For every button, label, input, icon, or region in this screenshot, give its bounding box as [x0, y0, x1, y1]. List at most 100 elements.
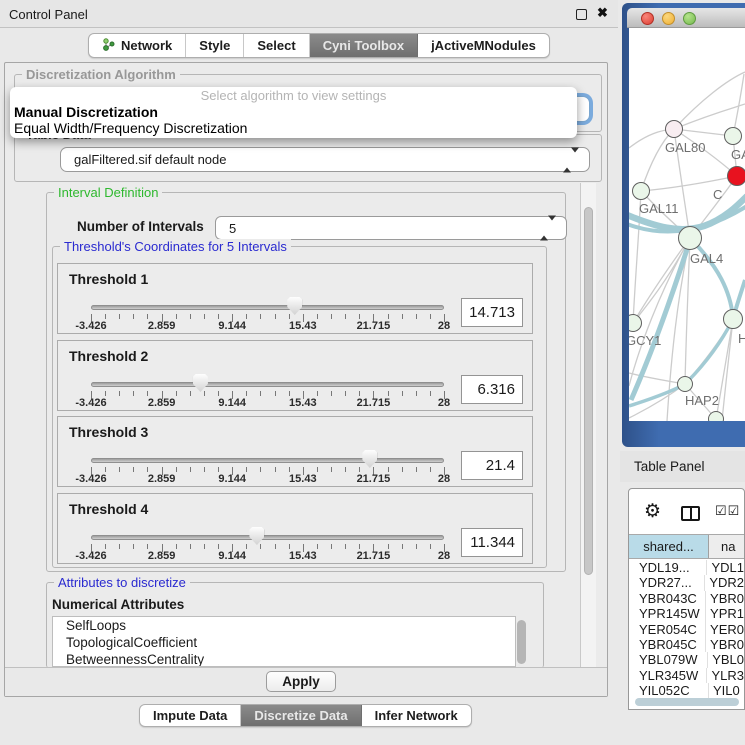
- tick-mark: [430, 467, 431, 472]
- network-node-c[interactable]: [727, 166, 745, 186]
- numerical-attributes-list[interactable]: SelfLoopsTopologicalCoefficientBetweenne…: [52, 616, 516, 667]
- cell-shared-name[interactable]: YER054C: [629, 622, 706, 637]
- threshold-value-field[interactable]: 11.344: [461, 528, 523, 557]
- scale-label: 15.43: [289, 397, 317, 409]
- number-of-intervals-spinner[interactable]: 5: [215, 216, 567, 240]
- cell-name[interactable]: YBL0: [708, 652, 744, 667]
- table-row[interactable]: YER054CYER0: [629, 622, 744, 637]
- slider-track[interactable]: [91, 382, 444, 387]
- network-node-gal4[interactable]: [678, 226, 702, 250]
- tick-mark: [246, 391, 247, 396]
- tab-jactivemnodules[interactable]: jActiveMNodules: [418, 34, 549, 57]
- table-row[interactable]: YDR27...YDR2: [629, 575, 744, 590]
- tick-mark: [345, 467, 346, 472]
- cell-name[interactable]: YBR0: [706, 637, 744, 652]
- tick-mark: [402, 314, 403, 319]
- bottom-tab-impute-data[interactable]: Impute Data: [140, 705, 241, 726]
- table-row[interactable]: YBL079WYBL0: [629, 652, 744, 667]
- attributes-list-scrollbar[interactable]: [517, 620, 526, 664]
- tick-mark: [218, 391, 219, 396]
- cell-name[interactable]: YIL0: [709, 683, 744, 698]
- tab-select[interactable]: Select: [244, 34, 309, 57]
- network-node-gal80[interactable]: [665, 120, 683, 138]
- network-node-gal11[interactable]: [632, 182, 650, 200]
- settings-scrollbar-track[interactable]: [580, 183, 596, 667]
- split-table-icon[interactable]: [681, 506, 700, 521]
- slider-thumb[interactable]: [249, 527, 264, 545]
- slider-track[interactable]: [91, 305, 444, 310]
- cell-name[interactable]: YDR2: [705, 575, 744, 590]
- zoom-traffic-light[interactable]: [683, 12, 696, 25]
- attribute-item-2[interactable]: BetweennessCentrality: [53, 651, 515, 667]
- cell-shared-name[interactable]: YDR27...: [629, 575, 705, 590]
- minimize-traffic-light[interactable]: [662, 12, 675, 25]
- table-row[interactable]: YPR145WYPR1: [629, 606, 744, 621]
- algorithm-option-1[interactable]: Equal Width/Frequency Discretization: [10, 120, 577, 136]
- close-traffic-light[interactable]: [641, 12, 654, 25]
- table-horizontal-scrollbar[interactable]: [635, 698, 739, 706]
- network-node-ga[interactable]: [724, 127, 742, 145]
- scale-label: 21.715: [357, 397, 391, 409]
- apply-button[interactable]: Apply: [266, 671, 336, 692]
- checkbox-filter-icons[interactable]: ☑☑: [715, 503, 740, 519]
- tab-cyni-toolbox[interactable]: Cyni Toolbox: [310, 34, 418, 57]
- bottom-tab-infer-network[interactable]: Infer Network: [362, 705, 471, 726]
- slider-thumb[interactable]: [362, 450, 377, 468]
- tab-network[interactable]: Network: [89, 34, 186, 57]
- tick-mark: [176, 467, 177, 472]
- cell-shared-name[interactable]: YDL19...: [629, 560, 707, 575]
- slider-thumb[interactable]: [193, 374, 208, 392]
- cell-shared-name[interactable]: YIL052C: [629, 683, 709, 698]
- gear-icon[interactable]: ⚙: [644, 502, 661, 521]
- attributes-group-title: Attributes to discretize: [54, 575, 190, 590]
- network-canvas[interactable]: GAL80GACGAL11GAL4GCY1HHAP2: [629, 28, 745, 421]
- table-row[interactable]: YBR045CYBR0: [629, 637, 744, 652]
- attribute-item-0[interactable]: SelfLoops: [53, 617, 515, 634]
- scale-label: 2.859: [148, 550, 176, 562]
- tab-style[interactable]: Style: [186, 34, 244, 57]
- cell-name[interactable]: YPR1: [706, 606, 744, 621]
- network-node[interactable]: [708, 411, 724, 421]
- cell-shared-name[interactable]: YBL079W: [629, 652, 708, 667]
- table-row[interactable]: YLR345WYLR3: [629, 668, 744, 683]
- table-row[interactable]: YIL052CYIL0: [629, 683, 744, 698]
- slider-thumb[interactable]: [287, 297, 302, 315]
- cell-name[interactable]: YER0: [706, 622, 744, 637]
- table-row[interactable]: YDL19...YDL1: [629, 560, 744, 575]
- float-window-icon[interactable]: [576, 9, 587, 20]
- tick-mark: [105, 544, 106, 549]
- algorithm-option-0[interactable]: Manual Discretization: [10, 104, 577, 120]
- cell-name[interactable]: YBR0: [706, 591, 744, 606]
- column-header-shared-name[interactable]: shared...: [629, 535, 709, 558]
- tick-mark: [289, 391, 290, 396]
- slider-track[interactable]: [91, 535, 444, 540]
- scale-label: 9.144: [218, 397, 246, 409]
- tick-mark: [331, 391, 332, 396]
- network-node-h[interactable]: [723, 309, 743, 329]
- threshold-value-field[interactable]: 21.4: [461, 451, 523, 480]
- attribute-item-1[interactable]: TopologicalCoefficient: [53, 634, 515, 651]
- cell-shared-name[interactable]: YBR045C: [629, 637, 706, 652]
- threshold-value-field[interactable]: 14.713: [461, 298, 523, 327]
- network-window-titlebar[interactable]: [627, 8, 745, 28]
- slider-track[interactable]: [91, 458, 444, 463]
- close-icon[interactable]: ✖: [597, 5, 608, 21]
- settings-scrollbar-thumb[interactable]: [584, 207, 593, 575]
- tick-mark: [430, 391, 431, 396]
- network-node-hap2[interactable]: [677, 376, 693, 392]
- cell-shared-name[interactable]: YPR145W: [629, 606, 706, 621]
- bottom-tab-discretize-data[interactable]: Discretize Data: [241, 705, 361, 726]
- scale-label: 9.144: [218, 473, 246, 485]
- cell-name[interactable]: YDL1: [707, 560, 744, 575]
- table-row[interactable]: YBR043CYBR0: [629, 591, 744, 606]
- column-header-name[interactable]: na: [709, 535, 744, 558]
- network-icon: [102, 38, 115, 54]
- tick-mark: [359, 314, 360, 319]
- cell-name[interactable]: YLR3: [707, 668, 744, 683]
- tick-mark: [260, 467, 261, 472]
- threshold-value-field[interactable]: 6.316: [461, 375, 523, 404]
- cell-shared-name[interactable]: YLR345W: [629, 668, 707, 683]
- cell-shared-name[interactable]: YBR043C: [629, 591, 706, 606]
- table-data-combo[interactable]: galFiltered.sif default node: [60, 147, 590, 172]
- tick-mark: [402, 391, 403, 396]
